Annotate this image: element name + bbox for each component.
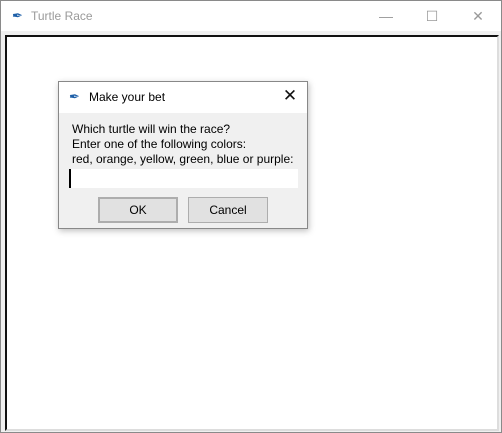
prompt-line: Enter one of the following colors: [72,137,247,151]
prompt-line: Which turtle will win the race? [72,122,231,136]
maximize-button[interactable]: ☐ [409,1,455,31]
feather-icon: ✒ [12,8,23,23]
dialog-title-bar[interactable]: ✒ Make your bet ✕ [59,82,307,113]
ok-button[interactable]: OK [98,197,178,223]
feather-icon: ✒ [69,89,80,104]
prompt-line: red, orange, yellow, green, blue or purp… [72,152,294,166]
title-bar[interactable]: ✒ Turtle Race — ☐ ✕ [1,1,501,31]
dialog-close-button[interactable]: ✕ [279,86,301,106]
bet-dialog: ✒ Make your bet ✕ Which turtle will win … [58,81,308,229]
color-input[interactable] [69,169,298,188]
window-title: Turtle Race [31,9,93,23]
minimize-button[interactable]: — [363,1,409,31]
dialog-title: Make your bet [89,90,166,104]
close-button[interactable]: ✕ [455,1,501,31]
cancel-button[interactable]: Cancel [188,197,268,223]
